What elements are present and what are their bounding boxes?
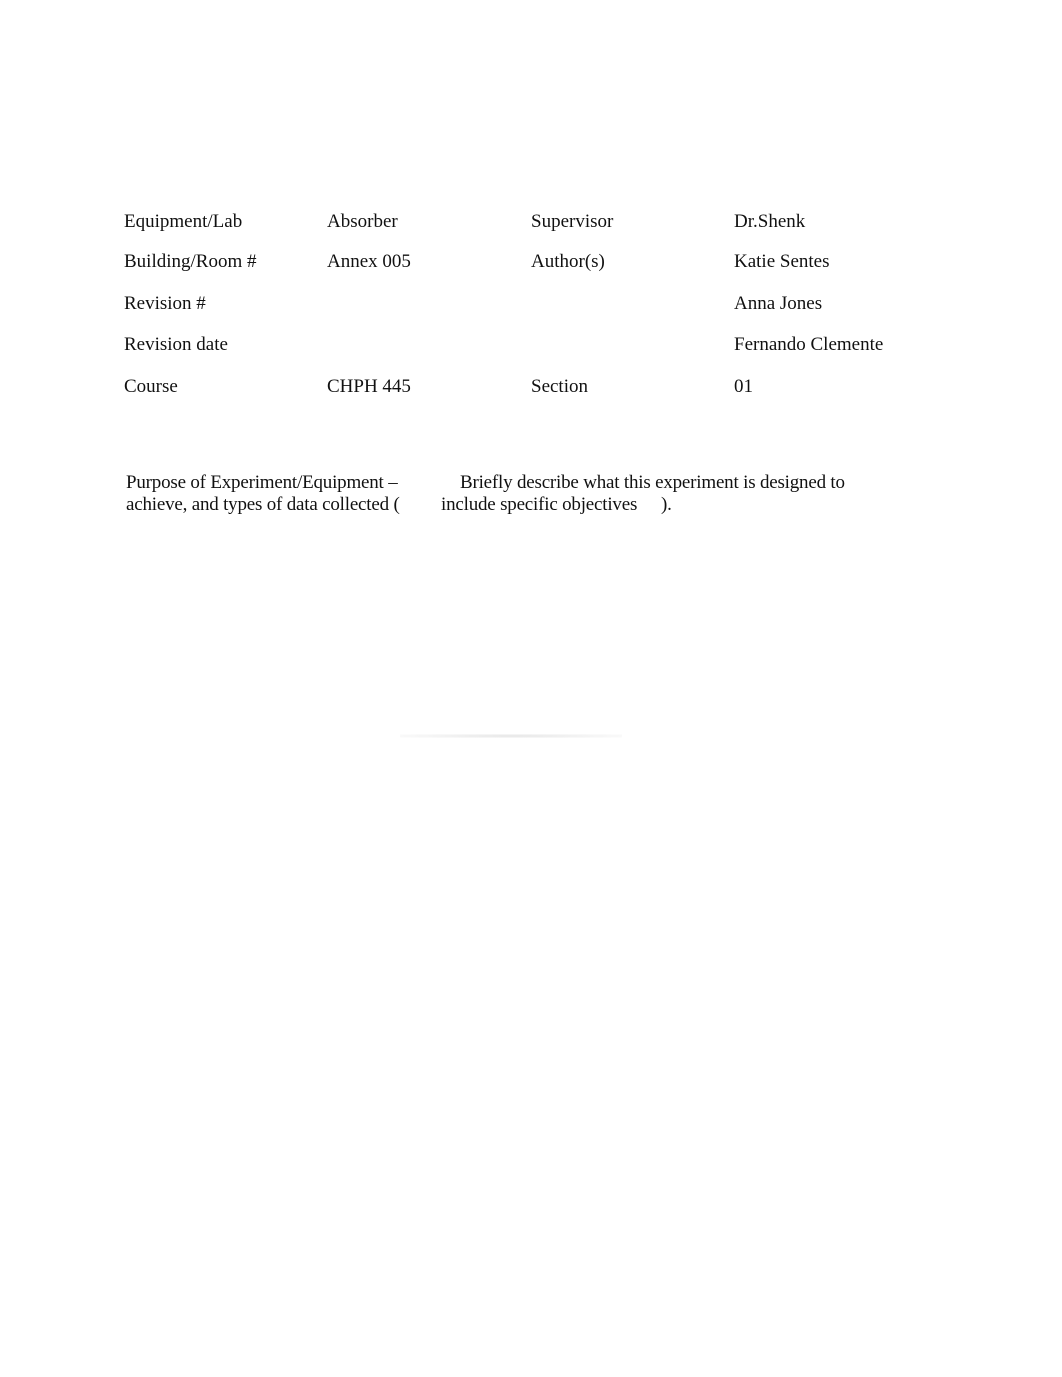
course-label: Course <box>124 376 178 397</box>
equipment-lab-value: Absorber <box>327 211 398 232</box>
section-label: Section <box>531 376 588 397</box>
purpose-closing-paren: ). <box>661 494 672 515</box>
author-name: Katie Sentes <box>734 251 830 272</box>
author-name: Anna Jones <box>734 293 823 314</box>
authors-label: Author(s) <box>531 251 605 272</box>
equipment-lab-label: Equipment/Lab <box>124 211 243 232</box>
course-value: CHPH 445 <box>327 376 411 397</box>
purpose-heading: Purpose of Experiment/Equipment – <box>126 472 398 493</box>
supervisor-label: Supervisor <box>531 211 614 232</box>
divider-shadow <box>400 734 622 738</box>
building-room-label: Building/Room # <box>124 251 257 272</box>
supervisor-value: Dr.Shenk <box>734 211 806 232</box>
purpose-instruction: Briefly describe what this experiment is… <box>460 472 845 493</box>
section-value: 01 <box>734 376 753 397</box>
author-name: Fernando Clemente <box>734 334 884 355</box>
purpose-heading-continued: achieve, and types of data collected ( <box>126 494 400 515</box>
building-room-value: Annex 005 <box>327 251 411 272</box>
revision-number-label: Revision # <box>124 293 206 314</box>
revision-date-label: Revision date <box>124 334 228 355</box>
purpose-instruction-continued: include specific objectives <box>441 494 638 515</box>
